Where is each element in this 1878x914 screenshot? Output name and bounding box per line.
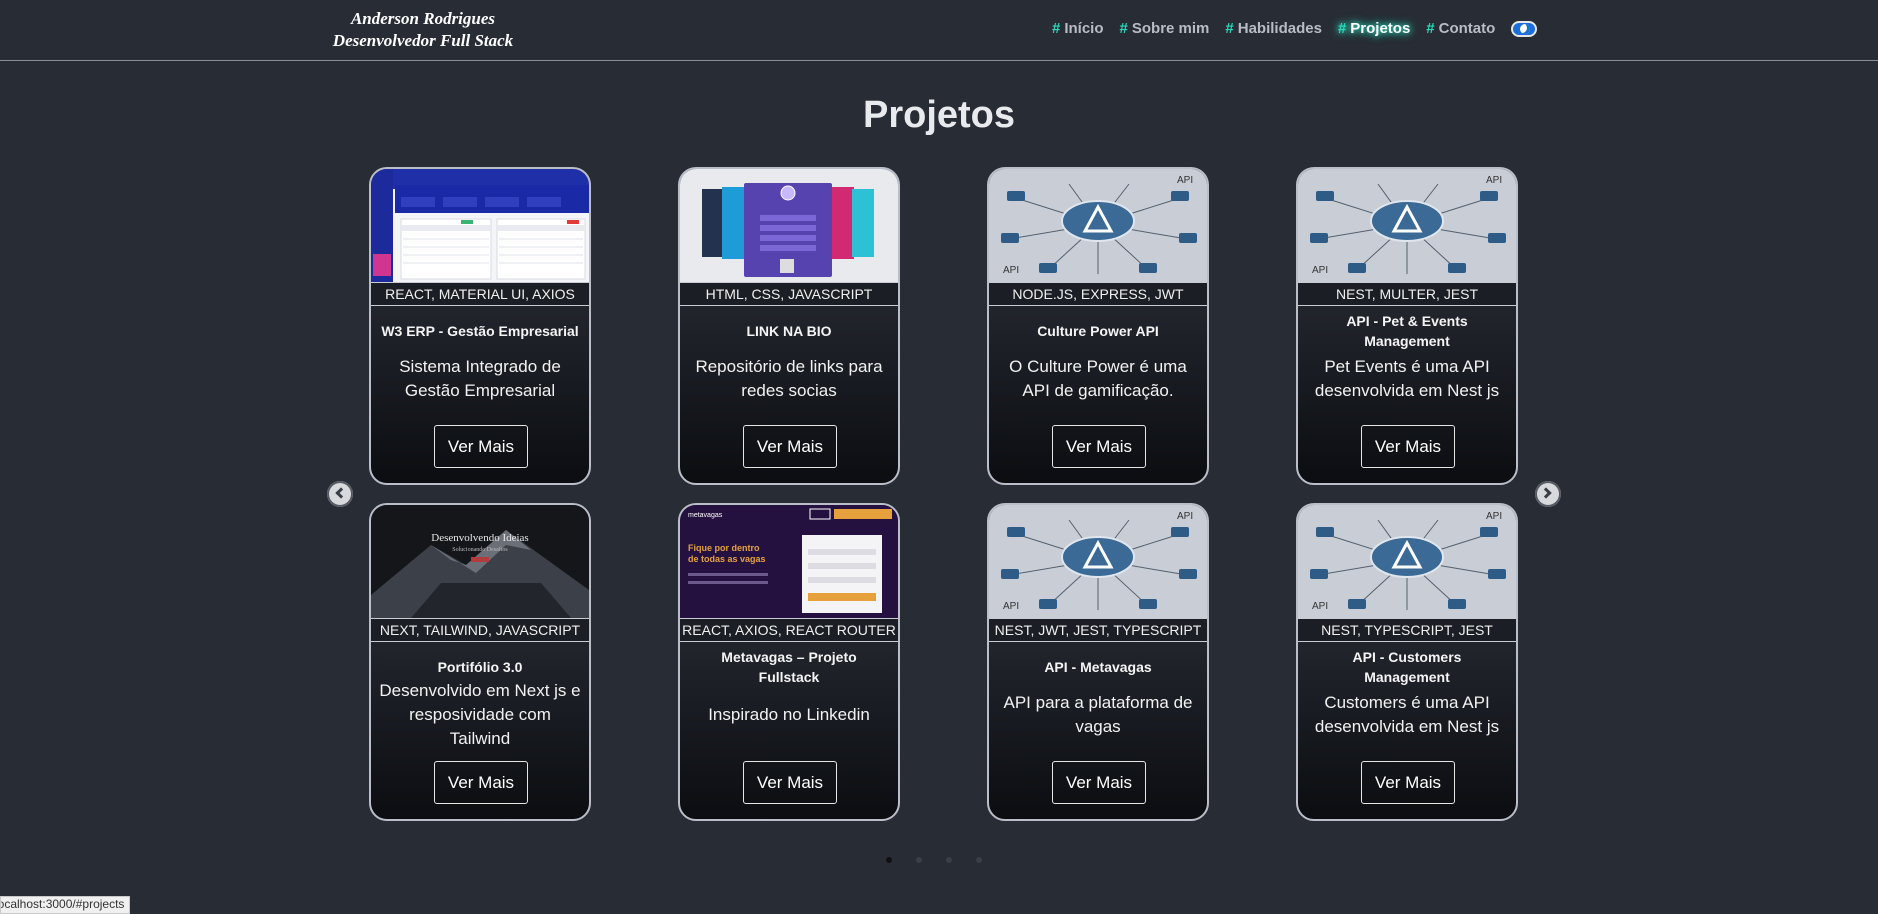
project-tags: NODE.JS, EXPRESS, JWT — [989, 282, 1207, 306]
project-card: API API NODE.JS, EXPRESS, JWT Culture Po… — [987, 167, 1209, 485]
carousel-dot[interactable] — [886, 857, 892, 863]
project-thumbnail: API API — [989, 169, 1207, 282]
ver-mais-button[interactable]: Ver Mais — [1361, 761, 1455, 804]
carousel-dot[interactable] — [916, 857, 922, 863]
svg-text:API: API — [1177, 511, 1193, 522]
svg-text:de todas as vagas: de todas as vagas — [688, 554, 766, 564]
svg-text:API: API — [1003, 601, 1019, 612]
svg-text:metavagas: metavagas — [688, 512, 723, 519]
project-thumbnail — [680, 169, 898, 282]
main-nav: # Início # Sobre mim # Habilidades # Projeto… — [1052, 20, 1538, 37]
nav-label: Contato — [1438, 20, 1496, 37]
svg-text:API: API — [1486, 175, 1502, 186]
nav-item-inicio[interactable]: # Início — [1052, 20, 1104, 37]
svg-text:Fique por dentro: Fique por dentro — [688, 543, 760, 553]
project-tags: NEXT, TAILWIND, JAVASCRIPT — [371, 618, 589, 642]
chevron-left-icon — [335, 487, 347, 499]
project-tags: NEST, TYPESCRIPT, JEST — [1298, 618, 1516, 642]
project-description: O Culture Power é uma API de gamificação… — [1009, 357, 1187, 400]
project-card: metavagas Fique por dentro de todas as v… — [678, 503, 900, 821]
project-description: Pet Events é uma API desenvolvida em Nes… — [1314, 357, 1500, 400]
project-description: Inspirado no Linkedin — [708, 705, 870, 724]
svg-text:API: API — [1486, 511, 1502, 522]
ver-mais-button[interactable]: Ver Mais — [1361, 425, 1455, 468]
brand-name: Anderson Rodrigues — [350, 9, 496, 28]
project-tags: HTML, CSS, JAVASCRIPT — [680, 282, 898, 306]
project-title: Metavagas – Projeto Fullstack — [721, 649, 857, 685]
project-description: Sistema Integrado de Gestão Empresarial — [399, 357, 561, 400]
project-tags: NEST, JWT, JEST, TYPESCRIPT — [989, 618, 1207, 642]
ver-mais-button[interactable]: Ver Mais — [434, 425, 528, 468]
project-thumbnail: Desenvolvendo Ideias Solucionando Desafi… — [371, 505, 589, 618]
section-title: Projetos — [862, 94, 1016, 136]
moon-icon — [1520, 23, 1531, 34]
svg-text:Desenvolvendo Ideias: Desenvolvendo Ideias — [431, 532, 528, 544]
project-card: REACT, MATERIAL UI, AXIOS W3 ERP - Gestã… — [369, 167, 591, 485]
carousel-dot[interactable] — [976, 857, 982, 863]
carousel-next-button[interactable] — [1535, 481, 1561, 507]
svg-text:Solucionando Desafios: Solucionando Desafios — [452, 546, 508, 553]
ver-mais-button[interactable]: Ver Mais — [1052, 761, 1146, 804]
project-card: API API NEST, JWT, JEST, TYPESCRIPT API … — [987, 503, 1209, 821]
project-description: Customers é uma API desenvolvida em Nest… — [1314, 693, 1500, 736]
status-url: localhost:3000/#projects — [0, 896, 130, 914]
carousel-dot[interactable] — [946, 857, 952, 863]
nav-item-projetos[interactable]: # Projetos — [1338, 20, 1410, 37]
project-title: LINK NA BIO — [746, 323, 832, 339]
project-thumbnail — [371, 169, 589, 282]
nav-label: Habilidades — [1237, 20, 1322, 37]
brand-role: Desenvolvedor Full Stack — [332, 31, 514, 50]
project-thumbnail: API API — [1298, 505, 1516, 618]
carousel-prev-button[interactable] — [327, 481, 353, 507]
ver-mais-button[interactable]: Ver Mais — [434, 761, 528, 804]
project-description: Repositório de links para redes socias — [695, 357, 883, 400]
brand[interactable]: Anderson Rodrigues Desenvolvedor Full St… — [323, 8, 523, 52]
project-thumbnail: metavagas Fique por dentro de todas as v… — [680, 505, 898, 618]
ver-mais-button[interactable]: Ver Mais — [743, 425, 837, 468]
project-tags: REACT, MATERIAL UI, AXIOS — [371, 282, 589, 306]
project-title: API - Customers Management — [1352, 649, 1462, 685]
svg-text:API: API — [1312, 601, 1328, 612]
project-thumbnail: API API — [989, 505, 1207, 618]
project-card: API API NEST, TYPESCRIPT, JEST API - Cus… — [1296, 503, 1518, 821]
carousel-pagination — [886, 857, 1006, 863]
nav-item-sobre-mim[interactable]: # Sobre mim — [1120, 20, 1210, 37]
project-description: Desenvolvido em Next js e resposividade … — [379, 681, 581, 748]
nav-item-contato[interactable]: # Contato — [1426, 20, 1495, 37]
project-title: API - Metavagas — [1044, 659, 1152, 675]
site-header: Anderson Rodrigues Desenvolvedor Full St… — [0, 0, 1878, 61]
project-title: API - Pet & Events Management — [1346, 313, 1468, 349]
svg-text:API: API — [1177, 175, 1193, 186]
nav-item-habilidades[interactable]: # Habilidades — [1225, 20, 1322, 37]
theme-toggle[interactable] — [1511, 20, 1538, 37]
ver-mais-button[interactable]: Ver Mais — [743, 761, 837, 804]
project-card: API API NEST, MULTER, JEST API - Pet & E… — [1296, 167, 1518, 485]
project-card: Desenvolvendo Ideias Solucionando Desafi… — [369, 503, 591, 821]
svg-text:API: API — [1312, 265, 1328, 276]
project-tags: NEST, MULTER, JEST — [1298, 282, 1516, 306]
project-thumbnail: API API — [1298, 169, 1516, 282]
project-title: W3 ERP - Gestão Empresarial — [381, 323, 579, 339]
nav-label: Projetos — [1350, 20, 1411, 37]
project-title: Culture Power API — [1037, 323, 1159, 339]
project-description: API para a plataforma de vagas — [1003, 693, 1193, 736]
svg-text:API: API — [1003, 265, 1019, 276]
nav-label: Início — [1064, 20, 1104, 37]
project-card: HTML, CSS, JAVASCRIPT LINK NA BIO Reposi… — [678, 167, 900, 485]
project-tags: REACT, AXIOS, REACT ROUTER — [680, 618, 898, 642]
ver-mais-button[interactable]: Ver Mais — [1052, 425, 1146, 468]
chevron-right-icon — [1540, 487, 1552, 499]
nav-label: Sobre mim — [1131, 20, 1210, 37]
